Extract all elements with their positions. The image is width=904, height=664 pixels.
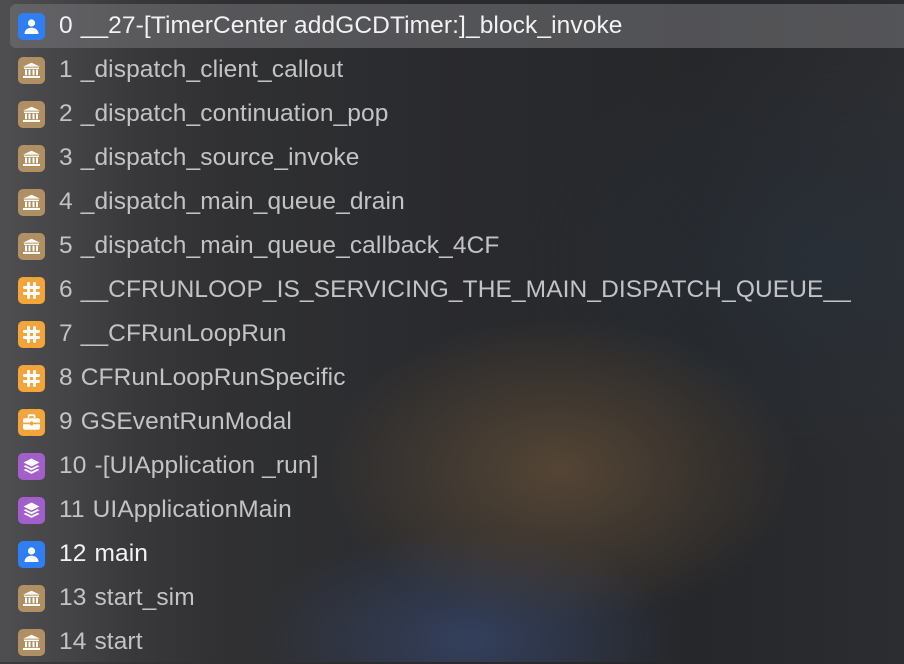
stack-frame-row[interactable]: 13 start_sim	[10, 576, 904, 620]
frame-index: 7	[59, 320, 73, 347]
stack-frame-row[interactable]: 5 _dispatch_main_queue_callback_4CF	[10, 224, 904, 268]
stack-frame-row[interactable]: 11 UIApplicationMain	[10, 488, 904, 532]
corefoundation-icon	[18, 276, 45, 304]
stack-frame-row[interactable]: 0 __27-[TimerCenter addGCDTimer:]_block_i…	[10, 4, 904, 48]
frame-symbol: _dispatch_main_queue_callback_4CF	[80, 232, 500, 259]
library-icon	[18, 56, 45, 84]
stack-frame-row[interactable]: 12 main	[10, 532, 904, 576]
frame-label: 8 CFRunLoopRunSpecific	[59, 364, 346, 392]
frame-symbol: main	[94, 540, 148, 567]
stack-frame-row[interactable]: 10 -[UIApplication _run]	[10, 444, 904, 488]
library-icon	[18, 100, 45, 128]
layers-icon	[18, 496, 45, 524]
library-icon	[18, 144, 45, 172]
user-icon	[18, 540, 45, 568]
stack-frame-row[interactable]: 6 __CFRUNLOOP_IS_SERVICING_THE_MAIN_DISPA…	[10, 268, 904, 312]
stack-frame-row[interactable]: 7 __CFRunLoopRun	[10, 312, 904, 356]
frame-symbol: CFRunLoopRunSpecific	[80, 364, 346, 391]
frame-label: 2 _dispatch_continuation_pop	[59, 100, 388, 128]
stack-frame-row[interactable]: 4 _dispatch_main_queue_drain	[10, 180, 904, 224]
frame-index: 12	[59, 540, 87, 567]
frame-label: 5 _dispatch_main_queue_callback_4CF	[59, 232, 499, 260]
frame-label: 10 -[UIApplication _run]	[59, 452, 319, 480]
frame-label: 0 __27-[TimerCenter addGCDTimer:]_block_i…	[59, 12, 623, 40]
stack-frame-row[interactable]: 1 _dispatch_client_callout	[10, 48, 904, 92]
frame-index: 14	[59, 628, 87, 655]
library-icon	[18, 232, 45, 260]
frame-index: 8	[59, 364, 73, 391]
frame-symbol: GSEventRunModal	[80, 408, 292, 435]
frame-label: 4 _dispatch_main_queue_drain	[59, 188, 405, 216]
frame-label: 14 start	[59, 628, 143, 656]
stack-frame-row[interactable]: 14 start	[10, 620, 904, 664]
frame-index: 5	[59, 232, 73, 259]
library-icon	[18, 188, 45, 216]
library-icon	[18, 584, 45, 612]
stack-frame-row[interactable]: 3 _dispatch_source_invoke	[10, 136, 904, 180]
frame-symbol: start	[94, 628, 143, 655]
frame-index: 3	[59, 144, 73, 171]
toolbox-icon	[18, 408, 45, 436]
corefoundation-icon	[18, 320, 45, 348]
frame-index: 13	[59, 584, 87, 611]
frame-index: 11	[59, 496, 85, 523]
frame-symbol: _dispatch_main_queue_drain	[80, 188, 405, 215]
stack-frame-row[interactable]: 2 _dispatch_continuation_pop	[10, 92, 904, 136]
frame-index: 1	[59, 56, 73, 83]
frame-symbol: UIApplicationMain	[92, 496, 292, 523]
frame-label: 1 _dispatch_client_callout	[59, 56, 343, 84]
frame-symbol: __27-[TimerCenter addGCDTimer:]_block_in…	[80, 12, 623, 39]
frame-index: 9	[59, 408, 73, 435]
frame-label: 6 __CFRUNLOOP_IS_SERVICING_THE_MAIN_DISPA…	[59, 276, 851, 304]
frame-symbol: __CFRunLoopRun	[80, 320, 287, 347]
frame-index: 6	[59, 276, 73, 303]
frame-symbol: -[UIApplication _run]	[94, 452, 319, 479]
stack-frame-list: 0 __27-[TimerCenter addGCDTimer:]_block_i…	[10, 4, 904, 664]
stack-frame-row[interactable]: 8 CFRunLoopRunSpecific	[10, 356, 904, 400]
frame-label: 12 main	[59, 540, 148, 568]
layers-icon	[18, 452, 45, 480]
user-icon	[18, 12, 45, 40]
library-icon	[18, 628, 45, 656]
frame-label: 7 __CFRunLoopRun	[59, 320, 286, 348]
frame-symbol: _dispatch_client_callout	[80, 56, 344, 83]
frame-label: 11 UIApplicationMain	[59, 496, 292, 524]
frame-label: 9 GSEventRunModal	[59, 408, 292, 436]
frame-index: 2	[59, 100, 73, 127]
frame-label: 13 start_sim	[59, 584, 195, 612]
frame-symbol: __CFRUNLOOP_IS_SERVICING_THE_MAIN_DISPAT…	[80, 276, 851, 303]
frame-symbol: start_sim	[94, 584, 195, 611]
frame-index: 0	[59, 12, 73, 39]
frame-index: 4	[59, 188, 73, 215]
stack-frame-row[interactable]: 9 GSEventRunModal	[10, 400, 904, 444]
frame-label: 3 _dispatch_source_invoke	[59, 144, 360, 172]
frame-symbol: _dispatch_continuation_pop	[80, 100, 389, 127]
frame-index: 10	[59, 452, 87, 479]
corefoundation-icon	[18, 364, 45, 392]
frame-symbol: _dispatch_source_invoke	[80, 144, 360, 171]
